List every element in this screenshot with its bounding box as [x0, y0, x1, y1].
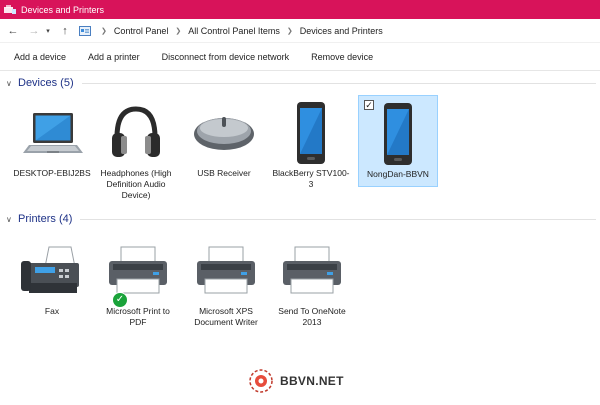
- control-panel-icon: [79, 25, 91, 36]
- device-label: NongDan-BBVN: [367, 169, 429, 179]
- chevron-down-icon[interactable]: ∨: [6, 79, 16, 88]
- add-printer-button[interactable]: Add a printer: [77, 46, 151, 68]
- device-tile-headphones[interactable]: Headphones (High Definition Audio Device…: [96, 98, 176, 201]
- breadcrumb-separator-icon: ❯: [101, 27, 107, 35]
- printers-group-header[interactable]: ∨ Printers (4): [6, 213, 596, 225]
- window-title: Devices and Printers: [21, 4, 105, 15]
- breadcrumb-separator-icon: ❯: [175, 27, 182, 35]
- printer-label: Fax: [44, 306, 60, 316]
- printer-icon: [197, 246, 255, 294]
- device-label: DESKTOP-EBIJ2BS: [13, 168, 91, 178]
- printer-tile-xps-writer[interactable]: Microsoft XPS Document Writer: [186, 236, 266, 328]
- watermark: BBVN.NET: [248, 368, 344, 394]
- devices-printers-app-icon: [4, 4, 16, 14]
- printer-icon: [283, 246, 341, 294]
- printer-tile-print-to-pdf[interactable]: ✓ Microsoft Print to PDF: [98, 236, 178, 328]
- divider: [80, 218, 596, 220]
- up-arrow-icon[interactable]: ↑: [57, 23, 73, 39]
- device-tile-blackberry[interactable]: BlackBerry STV100-3: [271, 98, 351, 190]
- bbvn-logo-icon: [249, 369, 273, 393]
- forward-arrow-icon[interactable]: →: [26, 23, 42, 39]
- device-label: Headphones (High Definition Audio Device…: [100, 168, 172, 200]
- phone-icon: [384, 103, 412, 165]
- phone-icon: [297, 102, 325, 164]
- disconnect-device-network-button[interactable]: Disconnect from device network: [151, 46, 301, 68]
- breadcrumb-separator-icon: ❯: [286, 27, 293, 35]
- printer-icon: [109, 246, 167, 294]
- title-bar: Devices and Printers: [0, 0, 600, 19]
- printer-label: Microsoft Print to PDF: [106, 306, 170, 327]
- default-printer-check-icon: ✓: [112, 292, 128, 308]
- fax-icon: [21, 246, 79, 293]
- chevron-down-icon[interactable]: ▾: [44, 23, 52, 39]
- breadcrumb-control-panel[interactable]: Control Panel: [114, 26, 169, 36]
- breadcrumb-devices-printers[interactable]: Devices and Printers: [300, 26, 383, 36]
- breadcrumb-all-items[interactable]: All Control Panel Items: [188, 26, 280, 36]
- command-bar: Add a device Add a printer Disconnect fr…: [0, 43, 600, 71]
- device-label: USB Receiver: [197, 168, 251, 178]
- printer-tile-send-to-onenote[interactable]: Send To OneNote 2013: [272, 236, 352, 328]
- device-tile-nongdan-bbvn[interactable]: ✓ NongDan-BBVN: [358, 95, 438, 187]
- chevron-down-icon[interactable]: ∨: [6, 215, 16, 224]
- printers-group-label: Printers (4): [18, 213, 73, 225]
- remove-device-button[interactable]: Remove device: [300, 46, 384, 68]
- laptop-icon: [23, 113, 83, 153]
- back-arrow-icon[interactable]: ←: [5, 23, 21, 39]
- divider: [81, 82, 596, 84]
- printer-label: Microsoft XPS Document Writer: [194, 306, 258, 327]
- device-tile-desktop[interactable]: DESKTOP-EBIJ2BS: [12, 98, 92, 179]
- breadcrumb: ❯ Control Panel ❯ All Control Panel Item…: [79, 25, 383, 37]
- printer-tile-fax[interactable]: Fax: [12, 236, 92, 317]
- device-tile-usb-receiver[interactable]: USB Receiver: [184, 98, 264, 179]
- headphones-icon: [112, 106, 160, 157]
- address-bar: ← → ▾ ↑ ❯ Control Panel ❯ All Control Pa…: [0, 19, 600, 43]
- add-device-button[interactable]: Add a device: [0, 46, 77, 68]
- device-label: BlackBerry STV100-3: [272, 168, 350, 189]
- devices-group-label: Devices (5): [18, 77, 74, 89]
- devices-group-header[interactable]: ∨ Devices (5): [6, 77, 596, 89]
- watermark-text: BBVN.NET: [280, 374, 344, 388]
- printer-label: Send To OneNote 2013: [278, 306, 346, 327]
- mouse-icon: [194, 117, 254, 150]
